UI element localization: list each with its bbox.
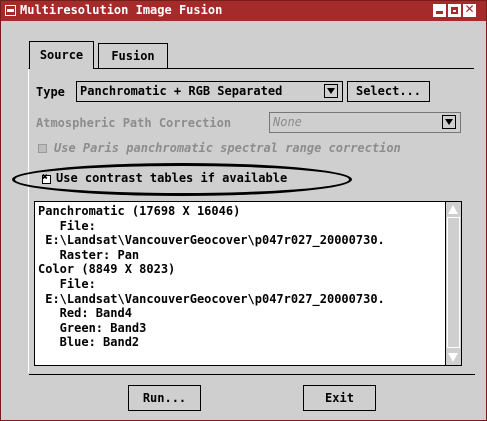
info-line: E:\Landsat\VancouverGeocover\p047r027_20… [38, 291, 385, 306]
select-button[interactable]: Select... [347, 81, 430, 102]
title-bar[interactable]: Multiresolution Image Fusion ✕ [1, 1, 486, 21]
system-menu-icon[interactable] [5, 5, 16, 16]
contrast-tables-checkbox[interactable]: ✖ [42, 172, 51, 184]
source-info-box[interactable]: Panchromatic (17698 X 16046) File: E:\La… [34, 201, 462, 366]
tab-source[interactable]: Source [29, 41, 94, 69]
close-icon[interactable]: ✕ [463, 2, 476, 17]
contrast-tables-label[interactable]: Use contrast tables if available [56, 171, 287, 185]
window: Multiresolution Image Fusion ✕ Source Fu… [0, 0, 487, 421]
chevron-down-icon[interactable] [442, 115, 456, 129]
checkmark-icon: ✖ [42, 172, 49, 183]
type-dropdown[interactable]: Panchromatic + RGB Separated [76, 81, 343, 102]
maximize-icon[interactable] [448, 4, 461, 17]
info-line: File: [38, 276, 96, 291]
type-label: Type [36, 85, 65, 99]
type-dropdown-value: Panchromatic + RGB Separated [80, 84, 283, 98]
scroll-thumb[interactable] [447, 217, 460, 348]
run-button[interactable]: Run... [128, 385, 201, 411]
info-line: E:\Landsat\VancouverGeocover\p047r027_20… [38, 233, 385, 248]
atmospheric-correction-value: None [273, 115, 302, 129]
info-line: Raster: Pan [38, 247, 140, 262]
info-line: Red: Band4 [38, 306, 132, 321]
scroll-up-icon[interactable] [448, 204, 459, 215]
info-line: File: [38, 218, 96, 233]
info-line: Panchromatic (17698 X 16046) [38, 204, 241, 218]
paris-correction-checkbox [38, 144, 47, 153]
info-line: Color (8849 X 8023) [38, 262, 176, 277]
source-info-lines: Panchromatic (17698 X 16046) File: E:\La… [38, 204, 385, 350]
window-title: Multiresolution Image Fusion [20, 3, 223, 17]
paris-correction-label: Use Paris panchromatic spectral range co… [54, 141, 401, 155]
tab-fusion[interactable]: Fusion [98, 43, 168, 69]
divider [29, 374, 475, 375]
scroll-down-icon[interactable] [448, 352, 459, 363]
exit-button[interactable]: Exit [303, 385, 376, 411]
vertical-scrollbar[interactable] [445, 202, 461, 365]
close-glyph: ✕ [464, 2, 475, 16]
minimize-icon[interactable] [433, 4, 446, 17]
atmospheric-correction-dropdown[interactable]: None [269, 112, 461, 133]
chevron-down-icon[interactable] [324, 84, 338, 98]
atmospheric-correction-label: Atmospheric Path Correction [36, 116, 232, 130]
info-line: Blue: Band2 [38, 335, 140, 350]
info-line: Green: Band3 [38, 320, 147, 335]
